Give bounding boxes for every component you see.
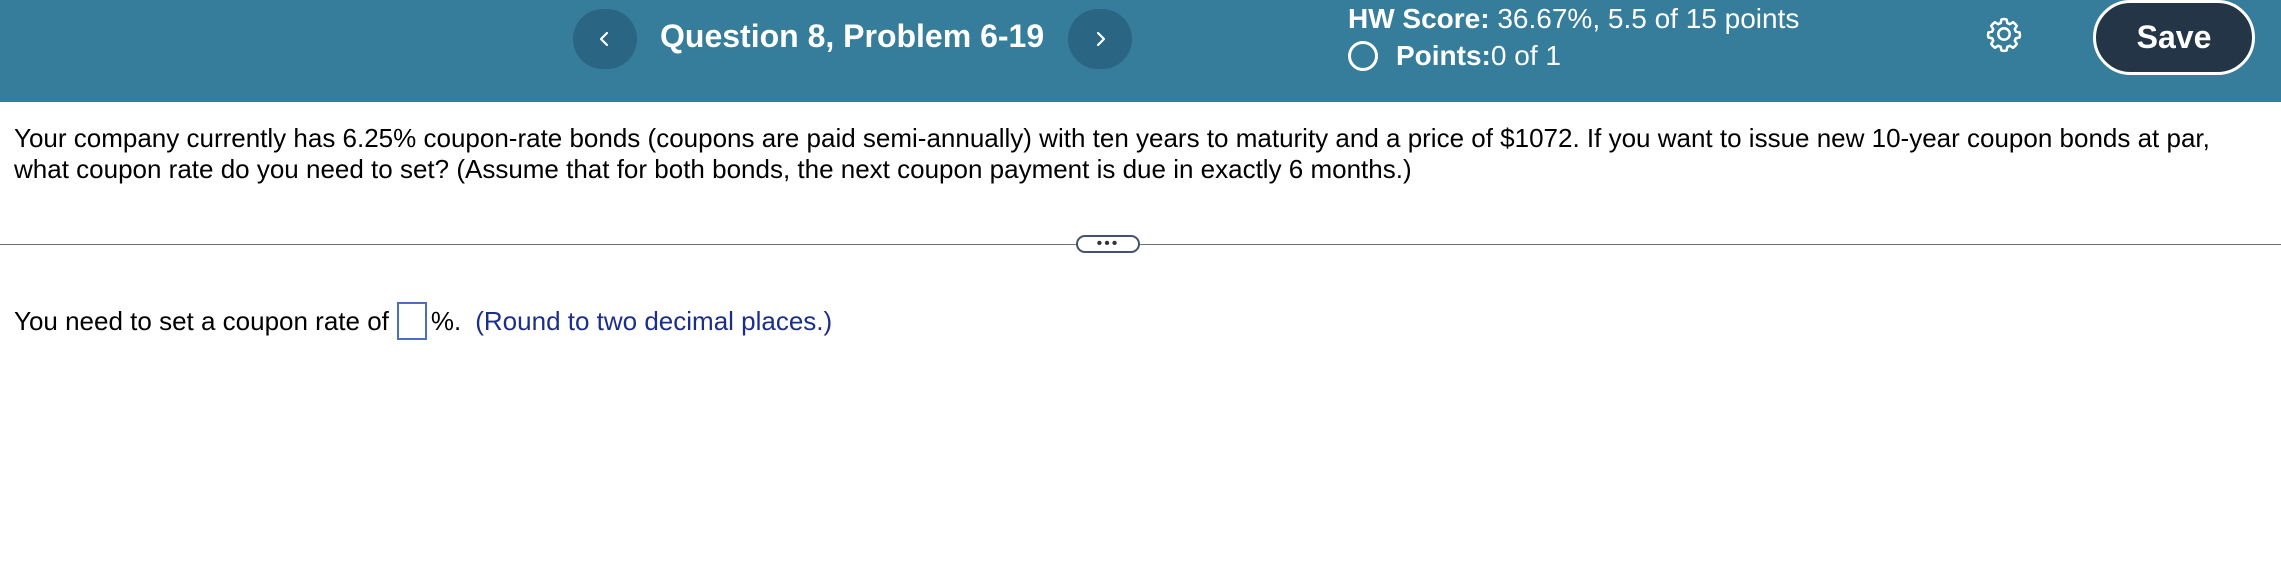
gear-icon (1986, 17, 2022, 53)
hw-score-label: HW Score: (1348, 3, 1490, 34)
points-value: 0 of 1 (1490, 40, 1561, 71)
top-bar: Question 8, Problem 6-19 HW Score: 36.67… (0, 0, 2281, 102)
points-label: Points: (1396, 40, 1491, 71)
chevron-left-icon (599, 31, 609, 47)
answer-line: You need to set a coupon rate of %. (Rou… (14, 302, 832, 340)
coupon-rate-input[interactable] (396, 302, 427, 340)
question-title: Question 8, Problem 6-19 (660, 18, 1045, 54)
hw-score-value: 36.67%, 5.5 of 15 points (1489, 3, 1800, 34)
question-text: Your company currently has 6.25% coupon-… (14, 123, 2210, 184)
answer-prefix: You need to set a coupon rate of (14, 305, 389, 336)
points-status: Points: 0 of 1 (1348, 40, 1561, 72)
rounding-hint: (Round to two decimal places.) (475, 305, 833, 336)
chevron-right-icon (1096, 31, 1106, 47)
save-button[interactable]: Save (2093, 0, 2255, 75)
answer-suffix: %. (430, 305, 462, 336)
expand-button[interactable]: ••• (1076, 235, 1140, 253)
next-question-button[interactable] (1068, 9, 1132, 69)
points-status-circle-icon (1348, 41, 1378, 71)
divider (0, 244, 2281, 245)
settings-button[interactable] (1985, 15, 2023, 53)
previous-question-button[interactable] (573, 9, 637, 69)
hw-score: HW Score: 36.67%, 5.5 of 15 points (1348, 3, 1799, 35)
